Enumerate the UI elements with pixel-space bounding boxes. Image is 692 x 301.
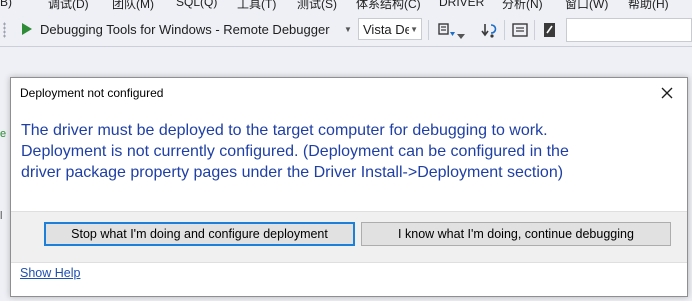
- play-icon[interactable]: [22, 23, 32, 35]
- menu-item-window[interactable]: 窗口(W): [565, 0, 608, 12]
- menu-item-tools[interactable]: 工具(T): [237, 0, 276, 12]
- toolbar-separator: [428, 20, 429, 40]
- message-line: Deployment is not currently configured. …: [21, 143, 569, 160]
- editor-gutter-mark: l: [0, 210, 3, 222]
- menu-bar: E(B) 调试(D) 团队(M) SQL(Q) 工具(T) 测试(S) 体系结构…: [0, 0, 692, 12]
- close-icon: [661, 87, 673, 99]
- chevron-down-icon[interactable]: [456, 28, 466, 39]
- menu-item-driver[interactable]: DRIVER: [439, 0, 484, 9]
- menu-item-analyze[interactable]: 分析(N): [502, 0, 543, 12]
- breakpoints-icon[interactable]: [510, 20, 530, 40]
- debugger-selector[interactable]: Debugging Tools for Windows - Remote Deb…: [40, 22, 330, 37]
- memory-icon[interactable]: [540, 20, 560, 40]
- quick-launch-input[interactable]: [566, 18, 692, 42]
- deploy-icon[interactable]: [436, 20, 456, 40]
- menu-item-file[interactable]: E(B): [0, 0, 12, 9]
- close-button[interactable]: [655, 82, 679, 104]
- deployment-dialog: Deployment not configured The driver mus…: [10, 77, 688, 297]
- chevron-down-icon[interactable]: ▼: [344, 25, 352, 34]
- editor-gutter-mark: e: [0, 128, 7, 140]
- configure-deployment-button[interactable]: Stop what I'm doing and configure deploy…: [44, 222, 355, 246]
- toolbar-separator: [534, 20, 535, 40]
- menu-item-sql[interactable]: SQL(Q): [176, 0, 217, 9]
- dialog-message: The driver must be deployed to the targe…: [21, 120, 661, 183]
- toolbar-separator: [504, 20, 505, 40]
- menu-item-test[interactable]: 测试(S): [297, 0, 337, 12]
- target-combo[interactable]: Vista De ▼: [358, 18, 422, 40]
- menu-item-architecture[interactable]: 体系结构(C): [356, 0, 421, 12]
- chevron-down-icon: ▼: [410, 25, 418, 34]
- dialog-button-area: Stop what I'm doing and configure deploy…: [11, 211, 687, 263]
- toolbar: Debugging Tools for Windows - Remote Deb…: [0, 14, 692, 47]
- menu-item-help[interactable]: 帮助(H): [628, 0, 669, 12]
- menu-item-team[interactable]: 团队(M): [112, 0, 154, 12]
- show-help-link[interactable]: Show Help: [20, 266, 80, 280]
- target-combo-value: Vista De: [363, 22, 409, 37]
- dialog-title: Deployment not configured: [20, 86, 164, 100]
- menu-item-debug[interactable]: 调试(D): [48, 0, 89, 12]
- ide-window: E(B) 调试(D) 团队(M) SQL(Q) 工具(T) 测试(S) 体系结构…: [0, 0, 692, 301]
- step-into-icon[interactable]: [480, 20, 500, 40]
- continue-debugging-button[interactable]: I know what I'm doing, continue debuggin…: [361, 222, 671, 246]
- toolbar-grip[interactable]: [3, 22, 6, 38]
- message-line: driver package property pages under the …: [21, 164, 564, 181]
- message-line: The driver must be deployed to the targe…: [21, 122, 548, 139]
